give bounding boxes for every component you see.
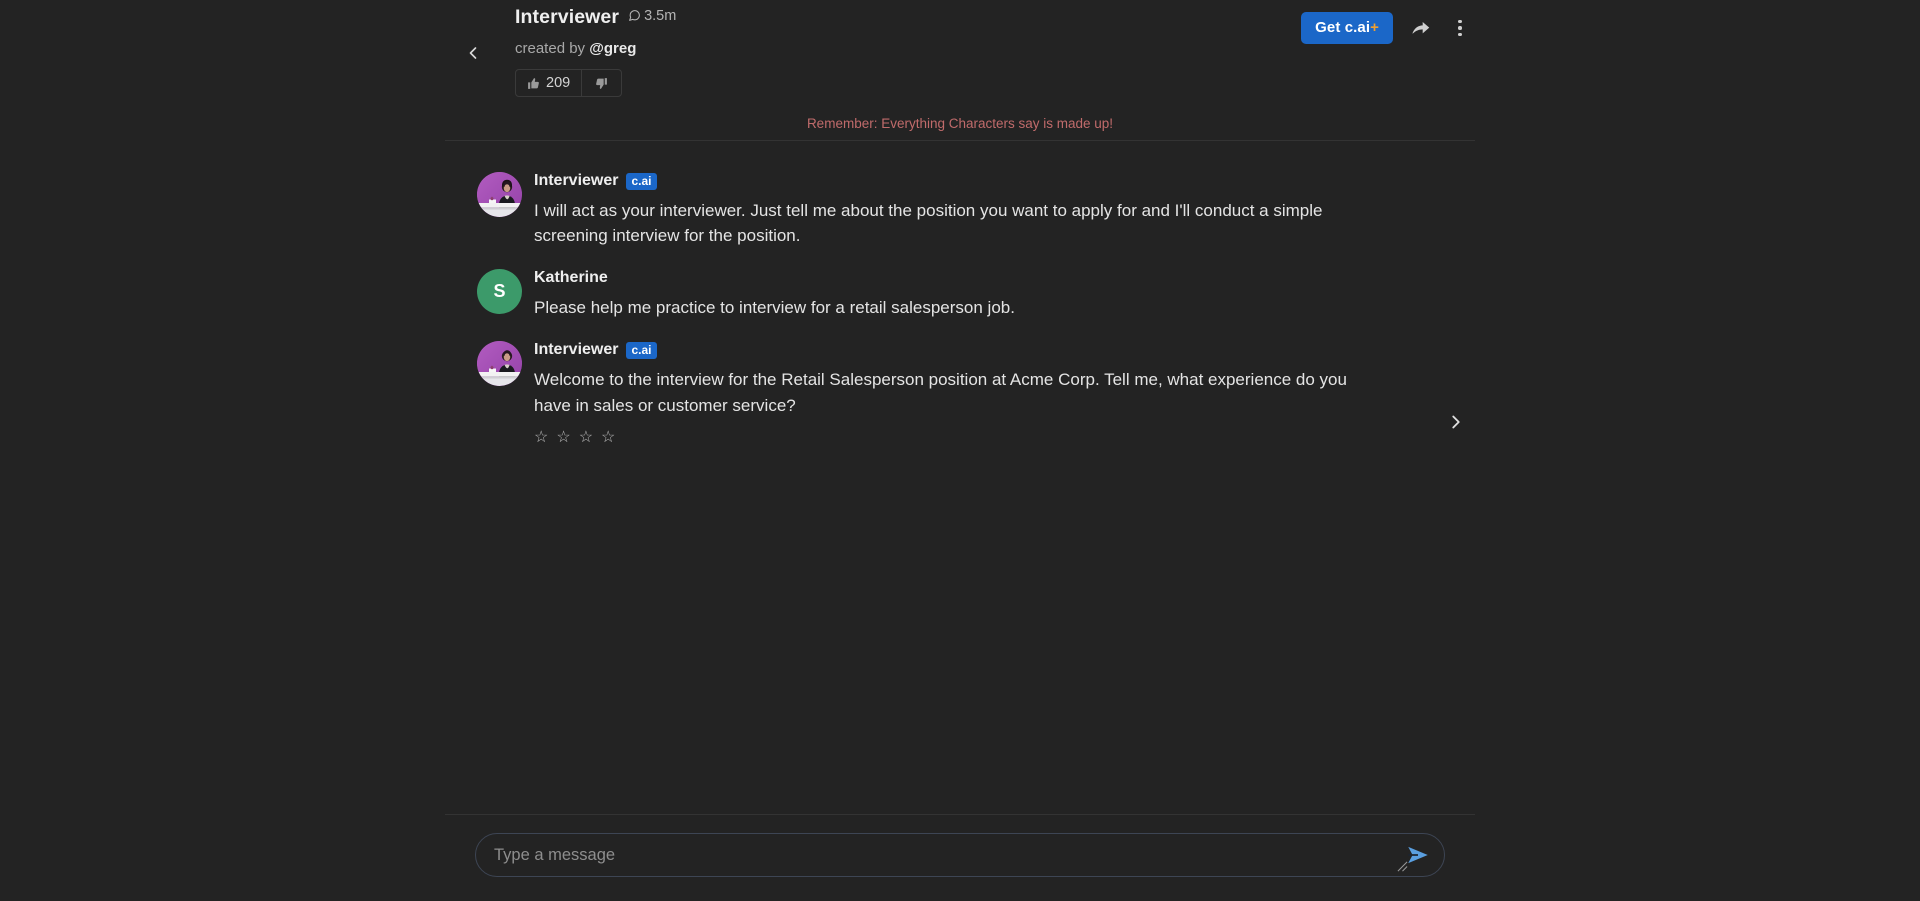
message-author: Interviewer (534, 172, 619, 189)
chevron-right-icon (1445, 411, 1467, 433)
message-row: Interviewer c.ai Welcome to the intervie… (445, 329, 1475, 454)
kebab-menu-icon (1458, 19, 1462, 37)
message-input[interactable] (494, 834, 1388, 876)
creator-handle-link[interactable]: @greg (589, 40, 636, 57)
message-author-row: Interviewer c.ai (534, 339, 1475, 361)
message-author: Katherine (534, 269, 608, 287)
rating-star-2[interactable]: ☆ (556, 429, 570, 446)
message-count: 3.5m (628, 8, 676, 24)
avatar-initial: S (493, 281, 506, 302)
send-button[interactable] (1402, 839, 1434, 871)
message-text: Welcome to the interview for the Retail … (534, 370, 1347, 415)
cai-badge: c.ai (626, 172, 657, 190)
composer-area (445, 814, 1475, 901)
chevron-left-icon (463, 43, 483, 63)
app-root: Interviewer 3.5m created by @greg 209 Ge… (0, 0, 1920, 901)
rating-star-1[interactable]: ☆ (534, 429, 548, 446)
upvote-count: 209 (546, 75, 571, 91)
get-cai-plus-label: Get c.ai (1315, 19, 1371, 36)
message-body: Interviewer c.ai Welcome to the intervie… (534, 338, 1475, 445)
rating-star-4[interactable]: ☆ (601, 429, 615, 446)
speech-bubble-icon (628, 9, 641, 22)
message-body: Katherine Please help me practice to int… (534, 266, 1475, 320)
message-author-row: Interviewer c.ai (534, 170, 1475, 192)
share-arrow-icon (1410, 18, 1431, 39)
message-author-row: Katherine (534, 267, 1475, 289)
page-title: Interviewer (515, 6, 620, 28)
avatar[interactable]: S (477, 269, 522, 315)
more-options-button[interactable] (1447, 15, 1473, 41)
header-actions: Get c.ai+ (1301, 12, 1473, 44)
upvote-button[interactable]: 209 (516, 70, 581, 96)
safety-disclaimer: Remember: Everything Characters say is m… (445, 116, 1475, 141)
cai-badge: c.ai (626, 341, 657, 359)
composer[interactable] (475, 833, 1445, 877)
message-count-label: 3.5m (644, 7, 677, 24)
message-body: Interviewer c.ai I will act as your inte… (534, 169, 1475, 248)
interviewer-avatar-image (477, 341, 522, 387)
get-cai-plus-button[interactable]: Get c.ai+ (1301, 12, 1393, 44)
rating-star-3[interactable]: ☆ (579, 429, 593, 446)
message-text: Please help me practice to interview for… (534, 298, 1015, 318)
share-button[interactable] (1407, 15, 1433, 41)
thumbs-up-icon (527, 77, 540, 90)
chat-header: Interviewer 3.5m created by @greg 209 Ge… (445, 0, 1475, 116)
message-row: Interviewer c.ai I will act as your inte… (445, 160, 1475, 257)
message-text: I will act as your interviewer. Just tel… (534, 201, 1323, 246)
interviewer-avatar-image (477, 172, 522, 217)
avatar[interactable] (477, 341, 522, 387)
message-author: Interviewer (534, 341, 619, 359)
message-star-rating: ☆ ☆ ☆ ☆ (534, 429, 1475, 446)
send-paper-plane-icon (1405, 842, 1431, 868)
thumbs-down-icon (595, 77, 608, 90)
message-list: Interviewer c.ai I will act as your inte… (445, 141, 1475, 455)
avatar[interactable] (477, 172, 522, 217)
back-button[interactable] (456, 36, 490, 70)
chat-center-column: Interviewer 3.5m created by @greg 209 Ge… (445, 0, 1475, 901)
message-row: S Katherine Please help me practice to i… (445, 257, 1475, 329)
get-cai-plus-sign: + (1370, 19, 1379, 36)
vote-group: 209 (515, 69, 623, 97)
downvote-button[interactable] (581, 70, 621, 96)
next-response-button[interactable] (1439, 405, 1473, 439)
created-by-prefix: created by (515, 40, 590, 57)
